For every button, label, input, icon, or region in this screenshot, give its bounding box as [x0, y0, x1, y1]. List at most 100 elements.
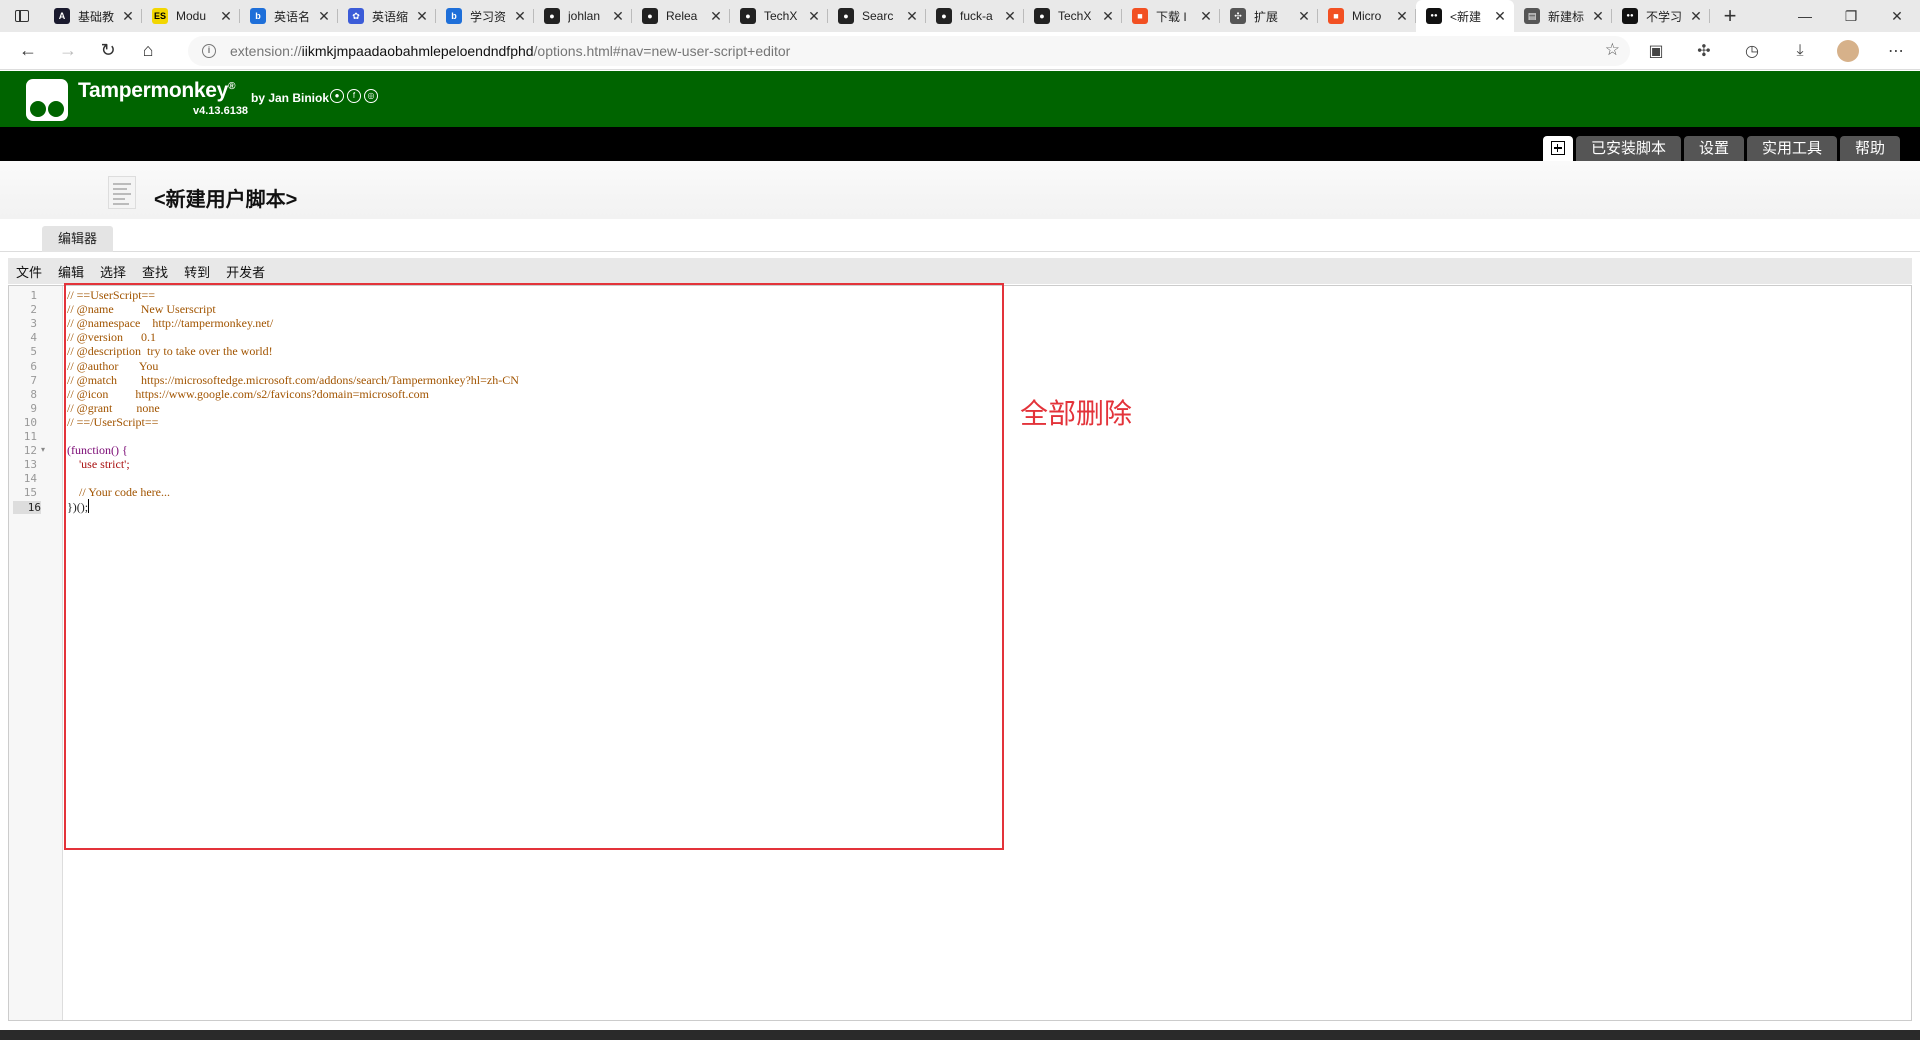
- tab-title: 下载 I: [1156, 9, 1187, 24]
- site-info-icon[interactable]: i: [202, 44, 216, 58]
- line-number: 14: [23, 472, 37, 486]
- close-tab-icon[interactable]: ✕: [1100, 8, 1116, 24]
- more-menu-icon[interactable]: ⋯: [1872, 35, 1920, 67]
- close-tab-icon[interactable]: ✕: [1002, 8, 1018, 24]
- fold-arrow-icon[interactable]: ▾: [41, 445, 45, 454]
- browser-tab[interactable]: ● fuck-a ✕: [926, 0, 1024, 32]
- browser-tab[interactable]: ✿ 英语缩 ✕: [338, 0, 436, 32]
- tab-title: Searc: [862, 9, 894, 23]
- browser-tab[interactable]: b 英语名 ✕: [240, 0, 338, 32]
- new-script-tab[interactable]: [1542, 136, 1573, 161]
- add-favorite-icon[interactable]: ☆: [1605, 40, 1620, 60]
- address-bar[interactable]: i extension://iikmkjmpaadaobahmlepeloend…: [188, 36, 1630, 66]
- close-tab-icon[interactable]: ✕: [1688, 8, 1704, 24]
- nav-tab[interactable]: 帮助: [1839, 136, 1900, 161]
- line-number: 6: [30, 359, 37, 373]
- browser-tab[interactable]: ● TechX ✕: [1024, 0, 1122, 32]
- A-favicon-icon: A: [54, 8, 70, 24]
- url-path: /options.html#nav=new-user-script+editor: [533, 43, 791, 59]
- back-button[interactable]: ←: [8, 35, 48, 67]
- browser-tab[interactable]: ■ Micro ✕: [1318, 0, 1416, 32]
- close-tab-icon[interactable]: ✕: [610, 8, 626, 24]
- browser-tab[interactable]: ▤ 新建标 ✕: [1514, 0, 1612, 32]
- refresh-button[interactable]: ↻: [88, 35, 128, 67]
- editor-menu-item[interactable]: 选择: [100, 262, 126, 281]
- close-tab-icon[interactable]: ✕: [904, 8, 920, 24]
- close-tab-icon[interactable]: ✕: [1296, 8, 1312, 24]
- line-number: 9: [30, 401, 37, 415]
- close-window-button[interactable]: ✕: [1874, 0, 1920, 32]
- new-tab-button[interactable]: +: [1710, 0, 1750, 32]
- browser-tab[interactable]: ● Relea ✕: [632, 0, 730, 32]
- nav-tab[interactable]: 已安装脚本: [1575, 136, 1681, 161]
- line-number: 11: [23, 430, 37, 443]
- forward-button[interactable]: →: [48, 35, 88, 67]
- instagram-icon[interactable]: ◎: [364, 89, 378, 103]
- app-name: Tampermonkey®: [78, 79, 236, 102]
- script-title: <新建用户脚本>: [154, 189, 298, 211]
- close-tab-icon[interactable]: ✕: [512, 8, 528, 24]
- close-tab-icon[interactable]: ✕: [316, 8, 332, 24]
- page-favicon-icon: ▤: [1524, 8, 1540, 24]
- editor-menu-item[interactable]: 编辑: [58, 262, 84, 281]
- browser-tab[interactable]: A 基础教 ✕: [44, 0, 142, 32]
- browser-tab[interactable]: ✣ 扩展 ✕: [1220, 0, 1318, 32]
- browser-tab[interactable]: ● TechX ✕: [730, 0, 828, 32]
- ms-favicon-icon: ■: [1132, 8, 1148, 24]
- nav-tab[interactable]: 实用工具: [1746, 136, 1837, 161]
- close-tab-icon[interactable]: ✕: [1590, 8, 1606, 24]
- facebook-icon[interactable]: f: [347, 89, 361, 103]
- line-number: 8: [30, 387, 37, 401]
- extensions-icon[interactable]: ✣: [1680, 35, 1728, 67]
- editor-menu-bar: 文件 编辑 选择 查找 转到 开发者: [8, 258, 1912, 284]
- tab-title: 新建标: [1548, 9, 1585, 24]
- close-tab-icon[interactable]: ✕: [708, 8, 724, 24]
- line-number: 15: [23, 486, 37, 500]
- close-tab-icon[interactable]: ✕: [806, 8, 822, 24]
- browser-tab[interactable]: b 学习资 ✕: [436, 0, 534, 32]
- script-header: <新建用户脚本>: [0, 161, 1920, 219]
- line-number-gutter: 1 2 3 4 5 6 7 8 9 10 11 12 ▾ 13 14 15 16: [9, 286, 63, 1020]
- editor-menu-item[interactable]: 文件: [16, 262, 42, 281]
- minimize-button[interactable]: —: [1782, 0, 1828, 32]
- close-tab-icon[interactable]: ✕: [1492, 8, 1508, 24]
- nav-tabs: 已安装脚本 设置 实用工具 帮助: [1542, 136, 1900, 161]
- close-tab-icon[interactable]: ✕: [1198, 8, 1214, 24]
- nav-tab[interactable]: 设置: [1683, 136, 1744, 161]
- github-favicon-icon: ●: [936, 8, 952, 24]
- editor-menu-item[interactable]: 转到: [184, 262, 210, 281]
- browser-tab[interactable]: ■ 下载 I ✕: [1122, 0, 1220, 32]
- browser-tab[interactable]: ● johlan ✕: [534, 0, 632, 32]
- close-tab-icon[interactable]: ✕: [414, 8, 430, 24]
- ms-favicon-icon: ■: [1328, 8, 1344, 24]
- tab-actions-menu-button[interactable]: [0, 0, 44, 32]
- tab-title: fuck-a: [960, 9, 993, 23]
- github-icon[interactable]: ●: [330, 89, 344, 103]
- tab-title: 扩展: [1254, 9, 1279, 24]
- tampermonkey-logo-icon: [26, 79, 68, 121]
- script-file-icon: [108, 176, 136, 209]
- tab-editor[interactable]: 编辑器: [42, 226, 114, 252]
- tab-title: 基础教: [78, 9, 115, 24]
- editor-menu-item[interactable]: 查找: [142, 262, 168, 281]
- close-tab-icon[interactable]: ✕: [1394, 8, 1410, 24]
- history-icon[interactable]: ◷: [1728, 35, 1776, 67]
- close-tab-icon[interactable]: ✕: [218, 8, 234, 24]
- downloads-icon[interactable]: ⤓: [1776, 35, 1824, 67]
- line-number: 4: [30, 331, 37, 345]
- home-button[interactable]: ⌂: [128, 35, 168, 67]
- annotation-highlight-box: [64, 283, 1004, 850]
- browser-toolbar: ← → ↻ ⌂ i extension://iikmkjmpaadaobahml…: [0, 32, 1920, 70]
- close-tab-icon[interactable]: ✕: [120, 8, 136, 24]
- browser-tab[interactable]: ● Searc ✕: [828, 0, 926, 32]
- browser-tab[interactable]: ES Modu ✕: [142, 0, 240, 32]
- browser-tab[interactable]: ●● <新建 ✕: [1416, 0, 1514, 32]
- line-number: 5: [30, 345, 37, 359]
- editor-menu-item[interactable]: 开发者: [226, 262, 265, 281]
- browser-tab[interactable]: ●● 不学习 ✕: [1612, 0, 1710, 32]
- profile-avatar[interactable]: [1837, 40, 1859, 62]
- github-favicon-icon: ●: [838, 8, 854, 24]
- restore-button[interactable]: ❐: [1828, 0, 1874, 32]
- collections-icon[interactable]: ▣: [1632, 35, 1680, 67]
- line-number: 13: [23, 458, 37, 472]
